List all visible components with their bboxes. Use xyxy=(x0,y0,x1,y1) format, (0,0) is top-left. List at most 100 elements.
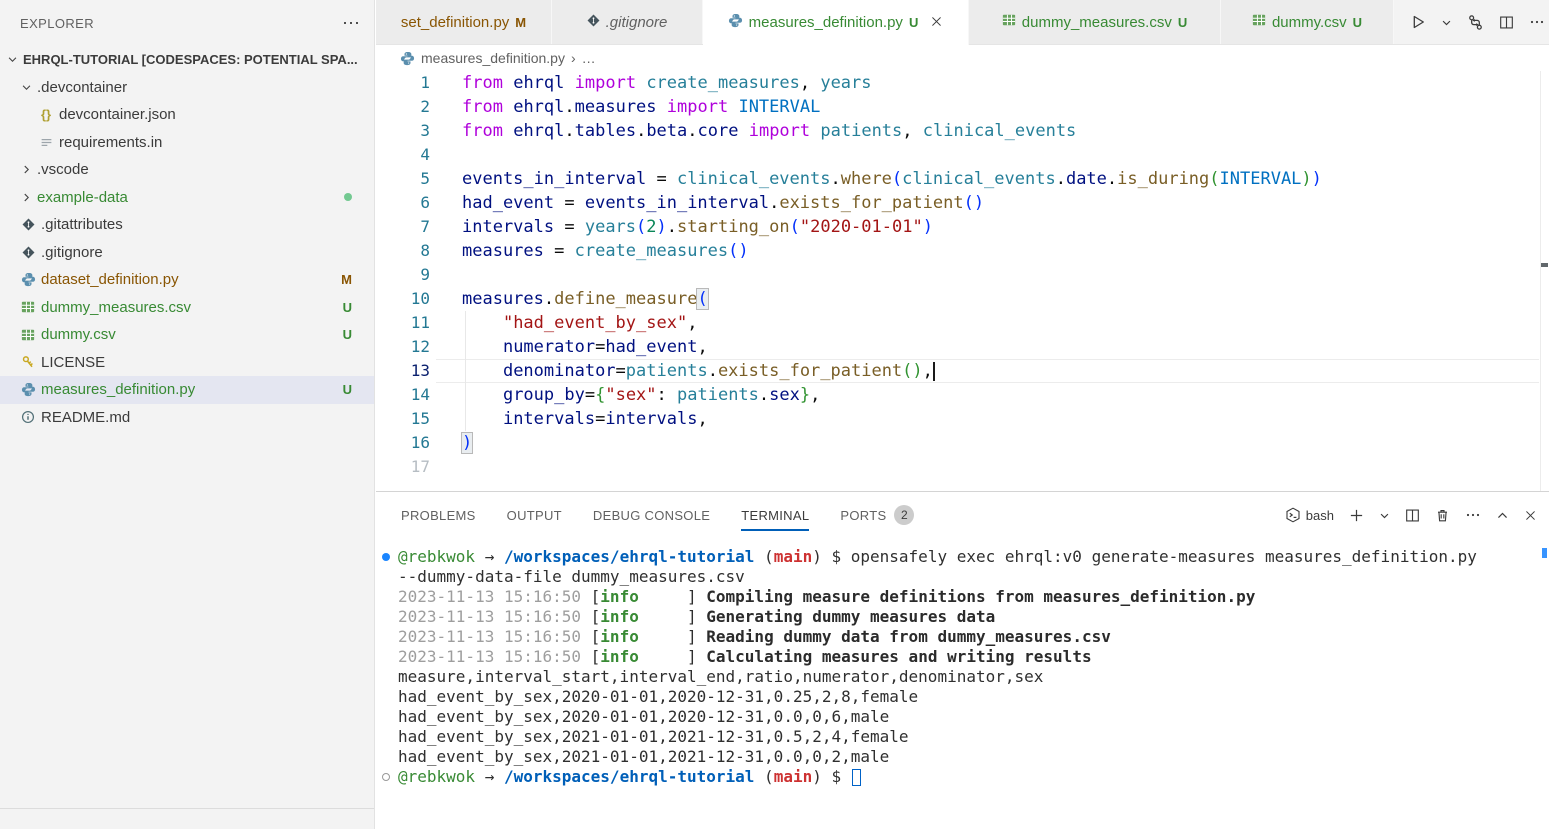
line-number: 4 xyxy=(376,143,430,167)
breadcrumb-symbol-more[interactable]: … xyxy=(582,50,596,66)
tree-item-license[interactable]: LICENSE xyxy=(0,349,374,377)
tree-item-dummy-csv[interactable]: dummy.csvU xyxy=(0,321,374,349)
tab-measures-definition-py[interactable]: measures_definition.pyU xyxy=(703,0,969,45)
tree-item-label: dummy_measures.csv xyxy=(41,299,191,316)
code-token: group_by xyxy=(503,385,585,405)
code-token: INTERVAL xyxy=(738,97,820,117)
code-token: , xyxy=(697,409,707,429)
terminal-output[interactable]: @rebkwok → /workspaces/ehrql-tutorial (m… xyxy=(376,538,1549,829)
tree-item--gitignore[interactable]: .gitignore xyxy=(0,239,374,267)
maximize-panel-icon[interactable] xyxy=(1496,509,1509,522)
code-line[interactable]: 4 xyxy=(376,143,1549,167)
line-number: 9 xyxy=(376,263,430,287)
tab-dummy-measures-csv[interactable]: dummy_measures.csvU xyxy=(969,0,1221,44)
git-changes-dot xyxy=(344,193,352,201)
code-line[interactable]: 1from ehrql import create_measures, year… xyxy=(376,71,1549,95)
code-token: create_measures xyxy=(575,241,729,261)
explorer-more-actions-icon[interactable]: ⋯ xyxy=(342,18,360,28)
tree-item-measures-definition-py[interactable]: measures_definition.pyU xyxy=(0,376,374,404)
code-editor[interactable]: 1from ehrql import create_measures, year… xyxy=(376,71,1549,491)
split-editor-icon[interactable] xyxy=(1499,15,1514,30)
tree-item-ehrql-tutorial-codespaces-potential-spa-[interactable]: EHRQL-TUTORIAL [CODESPACES: POTENTIAL SP… xyxy=(0,46,374,74)
tree-item--devcontainer[interactable]: .devcontainer xyxy=(0,74,374,102)
python-file-icon xyxy=(18,272,38,287)
tab-set-definition-py[interactable]: set_definition.pyM xyxy=(376,0,552,44)
explorer-title: EXPLORER xyxy=(20,16,94,31)
code-line[interactable]: 8measures = create_measures() xyxy=(376,239,1549,263)
editor-group: set_definition.pyM.gitignoremeasures_def… xyxy=(376,0,1549,829)
run-dropdown-icon[interactable] xyxy=(1441,17,1452,28)
code-line[interactable]: 13 denominator=patients.exists_for_patie… xyxy=(376,359,1549,383)
run-button[interactable] xyxy=(1410,14,1426,30)
editor-more-actions-icon[interactable] xyxy=(1529,14,1545,30)
code-line[interactable]: 2from ehrql.measures import INTERVAL xyxy=(376,95,1549,119)
code-line[interactable]: 5events_in_interval = clinical_events.wh… xyxy=(376,167,1549,191)
terminal-token: main xyxy=(774,767,813,786)
new-terminal-icon[interactable] xyxy=(1349,508,1364,523)
code-line[interactable]: 14 group_by={"sex": patients.sex}, xyxy=(376,383,1549,407)
code-line[interactable]: 11 "had_event_by_sex", xyxy=(376,311,1549,335)
code-token: "sex" xyxy=(605,385,656,405)
code-token: . xyxy=(1056,169,1066,189)
code-token xyxy=(738,121,748,141)
info-file-icon xyxy=(18,410,38,424)
code-line[interactable]: 10measures.define_measure( xyxy=(376,287,1549,311)
shell-selector[interactable]: bash xyxy=(1285,507,1334,523)
terminal-token: measure,interval_start,interval_end,rati… xyxy=(398,667,1043,686)
command-prompt-decoration[interactable] xyxy=(382,773,390,781)
panel-tab-ports[interactable]: PORTS2 xyxy=(840,492,914,538)
tree-item-example-data[interactable]: example-data xyxy=(0,184,374,212)
panel-tab-output[interactable]: OUTPUT xyxy=(507,492,562,538)
breadcrumb[interactable]: measures_definition.py › … xyxy=(376,45,1549,71)
terminal-dropdown-icon[interactable] xyxy=(1379,510,1390,521)
split-terminal-icon[interactable] xyxy=(1405,508,1420,523)
code-line[interactable]: 9 xyxy=(376,263,1549,287)
python-file-icon xyxy=(728,13,743,32)
panel-tab-problems[interactable]: PROBLEMS xyxy=(401,492,476,538)
kill-terminal-icon[interactable] xyxy=(1435,508,1450,523)
git-status-badge: U xyxy=(343,382,352,397)
code-token xyxy=(564,73,574,93)
terminal-token: had_event_by_sex,2021-01-01,2021-12-31,0… xyxy=(398,747,889,766)
tab-dummy-csv[interactable]: dummy.csvU xyxy=(1221,0,1394,44)
tree-item-dataset-definition-py[interactable]: dataset_definition.pyM xyxy=(0,266,374,294)
line-number: 10 xyxy=(376,287,430,311)
code-line[interactable]: 12 numerator=had_event, xyxy=(376,335,1549,359)
open-changes-icon[interactable] xyxy=(1467,14,1484,31)
tree-item--gitattributes[interactable]: .gitattributes xyxy=(0,211,374,239)
tab-bar: set_definition.pyM.gitignoremeasures_def… xyxy=(376,0,1549,45)
tree-item-label: .gitattributes xyxy=(41,216,123,233)
line-number: 8 xyxy=(376,239,430,263)
breadcrumb-file[interactable]: measures_definition.py xyxy=(421,50,565,66)
terminal-token: info xyxy=(600,607,639,626)
line-number: 2 xyxy=(376,95,430,119)
code-token: ( xyxy=(1209,169,1219,189)
command-success-decoration[interactable] xyxy=(382,553,390,561)
close-tab-icon[interactable] xyxy=(930,15,943,31)
panel-more-actions-icon[interactable] xyxy=(1465,507,1481,523)
code-line[interactable]: 3from ehrql.tables.beta.core import pati… xyxy=(376,119,1549,143)
panel-tab-terminal[interactable]: TERMINAL xyxy=(741,492,809,538)
code-line[interactable]: 16) xyxy=(376,431,1549,455)
code-line[interactable]: 17 xyxy=(376,455,1549,479)
tree-item-label: .devcontainer xyxy=(37,79,127,96)
tree-item-requirements-in[interactable]: requirements.in xyxy=(0,129,374,157)
terminal-token: ] xyxy=(639,607,706,626)
code-line[interactable]: 6had_event = events_in_interval.exists_f… xyxy=(376,191,1549,215)
code-token: import xyxy=(749,121,810,141)
outline-section[interactable]: › OUTLINE xyxy=(0,808,374,829)
tree-item-dummy-measures-csv[interactable]: dummy_measures.csvU xyxy=(0,294,374,322)
panel-tab-debug-console[interactable]: DEBUG CONSOLE xyxy=(593,492,710,538)
close-panel-icon[interactable] xyxy=(1524,509,1537,522)
terminal-token: /workspaces/ehrql-tutorial xyxy=(504,767,754,786)
tree-item-devcontainer-json[interactable]: {}devcontainer.json xyxy=(0,101,374,129)
line-number: 5 xyxy=(376,167,430,191)
tab--gitignore[interactable]: .gitignore xyxy=(552,0,703,44)
tree-item-readme-md[interactable]: README.md xyxy=(0,404,374,432)
code-line[interactable]: 15 intervals=intervals, xyxy=(376,407,1549,431)
code-token xyxy=(503,97,513,117)
terminal-line: had_event_by_sex,2021-01-01,2021-12-31,0… xyxy=(398,727,1549,747)
code-line[interactable]: 7intervals = years(2).starting_on("2020-… xyxy=(376,215,1549,239)
code-token xyxy=(462,385,503,405)
tree-item--vscode[interactable]: .vscode xyxy=(0,156,374,184)
